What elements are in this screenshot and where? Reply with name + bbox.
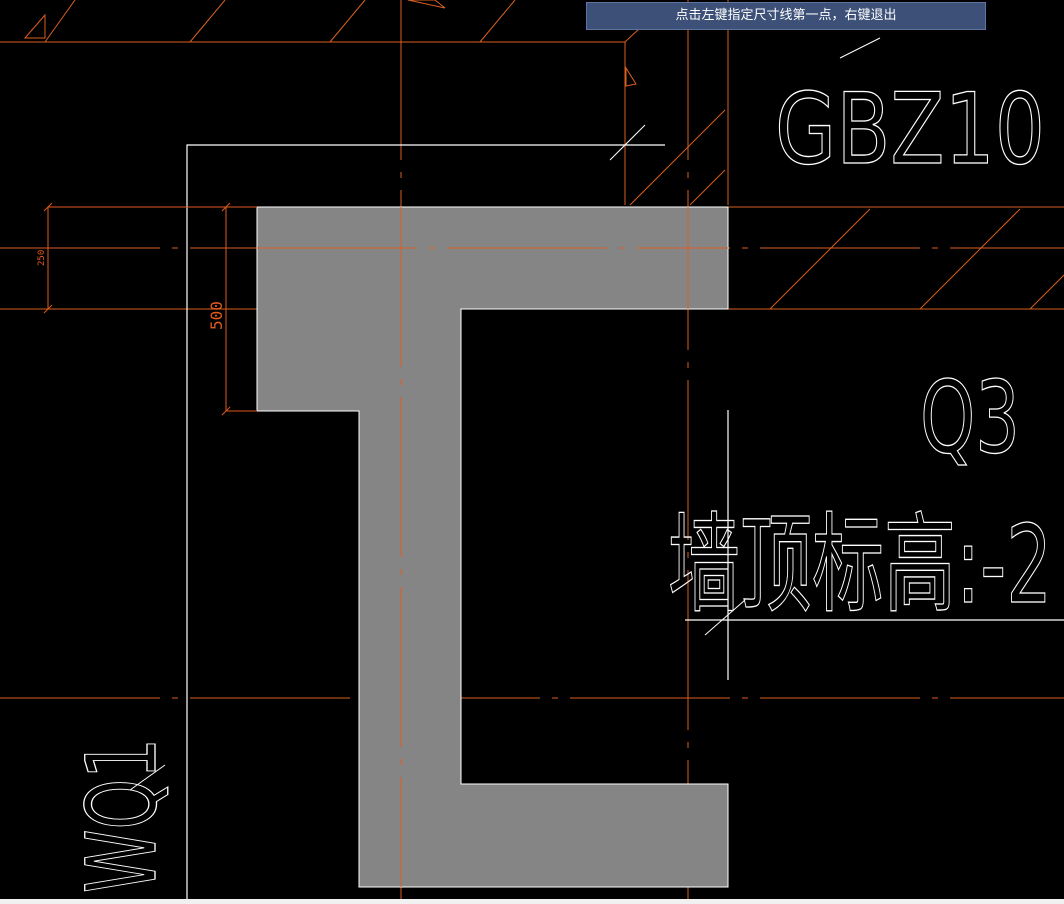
bottom-strip (0, 899, 1064, 904)
cad-drawing-canvas[interactable]: 250 500 GBZ10 Q3 墙顶标高:-2 WQ1 (0, 0, 1064, 904)
leader-marks (129, 37, 881, 791)
hatch-top (0, 0, 726, 206)
status-tip: 点击左键指定尺寸线第一点，右键退出 (586, 2, 986, 30)
column-tag-text: GBZ10 (775, 73, 1045, 187)
wall-q3-text: Q3 (920, 359, 1020, 476)
dimension-500-text: 500 (207, 301, 226, 330)
arrow-marks (23, 0, 637, 87)
wall-top-elevation-text: 墙顶标高:-2 (668, 503, 1052, 628)
dimension-250 (43, 202, 257, 314)
wall-wq1-text: WQ1 (66, 738, 178, 893)
dimension-250-text: 250 (37, 250, 47, 266)
column-fill[interactable] (256, 206, 729, 888)
